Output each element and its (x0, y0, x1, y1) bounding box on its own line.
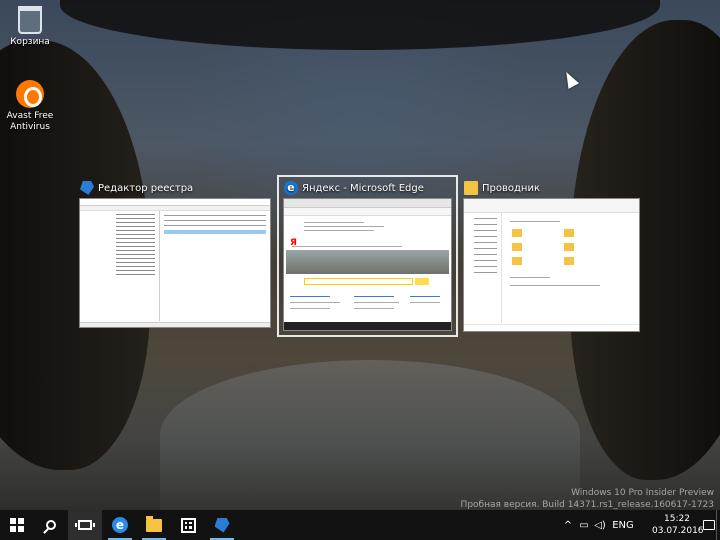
windows-logo-icon (10, 518, 24, 532)
file-explorer-icon (146, 515, 162, 532)
chevron-up-icon: ^ (563, 519, 573, 531)
taskbar-edge[interactable]: e (103, 510, 137, 540)
task-view-thumbnail-regedit[interactable] (79, 198, 271, 328)
start-button[interactable] (0, 510, 34, 540)
desktop-icon-label: Avast Free Antivirus (6, 111, 54, 132)
avast-icon (16, 80, 44, 108)
edge-tab-bar (284, 199, 451, 208)
regedit-values-pane (162, 211, 268, 321)
explorer-navigation-pane (464, 213, 502, 323)
tray-network[interactable]: ▭ (576, 510, 592, 540)
search-button[interactable] (34, 510, 68, 540)
edge-icon: e (284, 181, 298, 195)
show-desktop-button[interactable] (716, 510, 720, 540)
explorer-folder-icon (512, 243, 522, 251)
task-view-thumbnail-edge[interactable]: Я (283, 198, 452, 331)
explorer-ribbon (464, 199, 639, 213)
desktop-icon-label: Корзина (10, 37, 50, 47)
window-title: Редактор реестра (98, 182, 194, 194)
regedit-key-tree (80, 211, 160, 321)
volume-icon: ◁) (594, 519, 606, 531)
desktop-icon-avast[interactable]: Avast Free Antivirus (0, 80, 60, 133)
notifications-icon (703, 520, 715, 530)
tray-show-hidden-icons[interactable]: ^ (560, 510, 576, 540)
explorer-folder-icon (564, 243, 574, 251)
task-view-thumbnail-explorer[interactable] (463, 198, 640, 332)
tray-language[interactable]: ENG (610, 510, 636, 540)
task-view-title-edge[interactable]: e Яндекс - Microsoft Edge (284, 181, 424, 195)
window-title: Проводник (482, 182, 540, 194)
taskbar-regedit[interactable] (205, 510, 239, 540)
yandex-search-button (415, 278, 429, 285)
task-view-button[interactable] (68, 510, 102, 540)
recycle-bin-icon (18, 6, 42, 34)
explorer-folder-icon (564, 257, 574, 265)
regedit-icon (80, 181, 94, 195)
store-icon (180, 517, 196, 533)
taskbar-file-explorer[interactable] (137, 510, 171, 540)
desktop-icon-recycle-bin[interactable]: Корзина (0, 6, 60, 48)
task-view-icon (75, 520, 95, 530)
watermark-edition: Windows 10 Pro Insider Preview (571, 488, 714, 498)
clock-date: 03.07.2016 (652, 526, 704, 536)
explorer-folder-icon (512, 257, 522, 265)
edge-address-bar (284, 208, 451, 216)
search-icon (46, 520, 56, 530)
edge-icon: e (112, 517, 128, 533)
task-view-title-regedit[interactable]: Редактор реестра (80, 181, 193, 195)
tray-clock[interactable]: 15:22 03.07.2016 (652, 513, 704, 537)
yandex-promo-banner (286, 250, 449, 274)
tray-volume[interactable]: ◁) (592, 510, 608, 540)
regedit-titlebar (80, 199, 270, 206)
explorer-folder-icon (512, 229, 522, 237)
window-title: Яндекс - Microsoft Edge (302, 182, 424, 194)
folder-icon (464, 181, 478, 195)
edge-thumbnail-taskbar (284, 322, 451, 330)
regedit-statusbar (80, 322, 270, 327)
regedit-icon (214, 517, 230, 533)
taskbar: e ^ ▭ ◁) ENG 15:22 03.07.2016 (0, 510, 720, 540)
action-center-button[interactable] (702, 510, 716, 540)
clock-time: 15:22 (664, 514, 690, 524)
language-indicator: ENG (612, 519, 634, 531)
edge-page-content: Я (284, 216, 451, 322)
windows-build-watermark: Windows 10 Pro Insider Preview Пробная в… (461, 487, 714, 511)
network-icon: ▭ (579, 519, 589, 531)
explorer-folder-icon (564, 229, 574, 237)
explorer-statusbar (464, 324, 639, 331)
yandex-search-box (304, 278, 413, 285)
task-view-title-explorer[interactable]: Проводник (464, 181, 540, 195)
taskbar-store[interactable] (171, 510, 205, 540)
